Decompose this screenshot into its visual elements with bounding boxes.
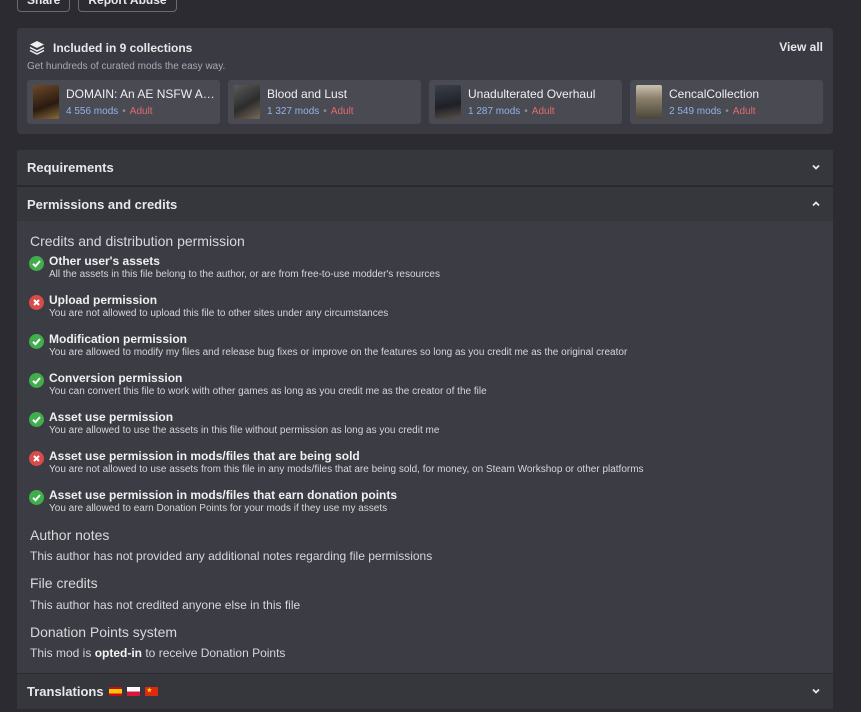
collection-mod-count: 4 556 mods xyxy=(66,106,119,117)
check-icon xyxy=(29,412,44,427)
permission-desc: You are not allowed to upload this file … xyxy=(49,308,389,319)
collections-subtitle: Get hundreds of curated mods the easy wa… xyxy=(27,61,226,72)
donation-points-text: This mod is opted-in to receive Donation… xyxy=(30,646,285,660)
permission-title: Upload permission xyxy=(49,293,158,307)
permission-title: Modification permission xyxy=(49,332,188,346)
permission-desc: You are allowed to use the assets in thi… xyxy=(49,425,440,436)
donation-opted-in: opted-in xyxy=(94,646,143,660)
requirements-label: Requirements xyxy=(27,160,114,175)
translations-header[interactable]: Translations ★ xyxy=(17,674,833,709)
file-credits-heading: File credits xyxy=(30,575,98,591)
collection-mod-count: 1 327 mods xyxy=(267,106,320,117)
check-icon xyxy=(29,373,44,388)
requirements-header[interactable]: Requirements xyxy=(17,150,833,185)
collection-mod-count: 1 287 mods xyxy=(468,106,521,117)
collection-card[interactable]: DOMAIN: An AE NSFW AI... 4 556 mods • Adul… xyxy=(27,80,220,124)
cross-icon xyxy=(29,295,44,310)
permission-title: Other user's assets xyxy=(49,254,160,268)
permission-desc: You can convert this file to work with o… xyxy=(49,386,487,397)
check-icon xyxy=(29,490,44,505)
chevron-up-icon xyxy=(812,201,820,207)
china-flag-icon: ★ xyxy=(144,687,158,696)
collections-title: Included in 9 collections xyxy=(53,41,193,55)
collection-title: Blood and Lust xyxy=(267,87,348,101)
adult-badge: Adult xyxy=(732,106,756,117)
collection-title: CencalCollection xyxy=(669,87,760,101)
collection-card[interactable]: Unadulterated Overhaul 1 287 mods • Adult xyxy=(429,80,622,124)
poland-flag-icon xyxy=(126,687,140,696)
permissions-header[interactable]: Permissions and credits xyxy=(17,187,833,222)
permission-desc: You are not allowed to use assets from t… xyxy=(49,464,644,475)
share-button[interactable]: Share xyxy=(17,0,71,12)
check-icon xyxy=(29,256,44,271)
collection-title: Unadulterated Overhaul xyxy=(468,87,596,101)
permission-title: Asset use permission xyxy=(49,410,174,424)
stack-icon xyxy=(29,41,45,55)
collection-cards: DOMAIN: An AE NSFW AI... 4 556 mods • Adul… xyxy=(27,80,823,124)
collections-header: Included in 9 collections xyxy=(29,40,192,56)
adult-badge: Adult xyxy=(129,106,153,117)
donation-prefix: This mod is xyxy=(30,646,95,660)
permissions-label: Permissions and credits xyxy=(27,197,178,212)
adult-badge: Adult xyxy=(330,106,354,117)
adult-badge: Adult xyxy=(531,106,555,117)
file-credits-text: This author has not credited anyone else… xyxy=(30,598,301,612)
report-abuse-button[interactable]: Report Abuse xyxy=(78,0,177,12)
author-notes-heading: Author notes xyxy=(30,527,110,543)
chevron-down-icon xyxy=(812,164,820,170)
check-icon xyxy=(29,334,44,349)
collection-card[interactable]: CencalCollection 2 549 mods • Adult xyxy=(630,80,823,124)
top-actions: Share Report Abuse xyxy=(17,0,177,12)
collection-card[interactable]: Blood and Lust 1 327 mods • Adult xyxy=(228,80,421,124)
permission-title: Asset use permission in mods/files that … xyxy=(49,488,398,502)
collections-panel: Included in 9 collections View all Get h… xyxy=(17,28,833,134)
permission-desc: All the assets in this file belong to th… xyxy=(49,269,440,280)
permission-desc: You are allowed to earn Donation Points … xyxy=(49,503,388,514)
spain-flag-icon xyxy=(108,687,122,696)
collection-title: DOMAIN: An AE NSFW AI... xyxy=(66,87,216,101)
collection-thumbnail xyxy=(234,85,260,119)
collection-thumbnail xyxy=(435,85,461,119)
permissions-accordion: Permissions and credits xyxy=(17,186,833,222)
permission-desc: You are allowed to modify my files and r… xyxy=(49,347,628,358)
requirements-accordion: Requirements xyxy=(17,150,833,185)
donation-suffix: to receive Donation Points xyxy=(142,646,286,660)
cross-icon xyxy=(29,451,44,466)
collection-meta: 2 549 mods • Adult xyxy=(669,106,756,117)
chevron-down-icon xyxy=(812,688,820,694)
translations-label: Translations xyxy=(27,684,104,699)
permissions-content: Credits and distribution permission Othe… xyxy=(17,221,833,673)
credits-heading: Credits and distribution permission xyxy=(30,233,245,249)
permission-title: Conversion permission xyxy=(49,371,183,385)
collection-mod-count: 2 549 mods xyxy=(669,106,722,117)
collection-meta: 1 287 mods • Adult xyxy=(468,106,555,117)
collection-thumbnail xyxy=(33,85,59,119)
collection-meta: 4 556 mods • Adult xyxy=(66,106,153,117)
view-all-link[interactable]: View all xyxy=(779,40,823,54)
collection-thumbnail xyxy=(636,85,662,119)
author-notes-text: This author has not provided any additio… xyxy=(30,549,433,563)
donation-points-heading: Donation Points system xyxy=(30,624,178,640)
permission-title: Asset use permission in mods/files that … xyxy=(49,449,360,463)
collection-meta: 1 327 mods • Adult xyxy=(267,106,354,117)
translations-accordion: Translations ★ xyxy=(17,674,833,709)
